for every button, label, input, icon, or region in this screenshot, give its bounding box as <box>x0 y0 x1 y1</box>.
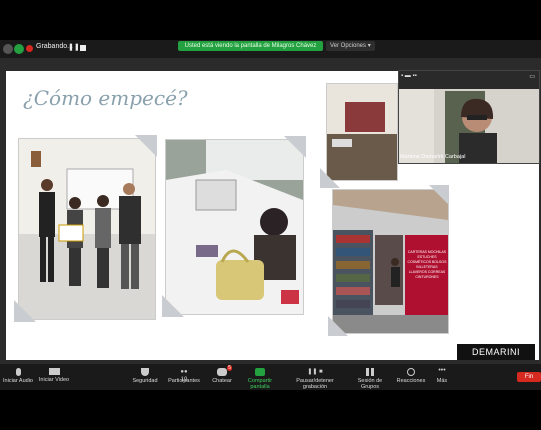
more-button[interactable]: ••• Más <box>432 364 452 390</box>
chat-badge: 5 <box>227 365 232 371</box>
share-screen-button[interactable]: Compartir pantalla <box>238 364 282 390</box>
toolbar-label: Pausar/detener grabación <box>296 378 334 390</box>
store-sign-text: CARTERAS MOCHILAS ESTUCHES COSMÉTICOS BO… <box>407 250 447 279</box>
pause-record-icon: ❚❚ ■ <box>307 369 323 375</box>
view-grid-icon[interactable]: ▪ ▬ ▪▪ <box>401 73 417 79</box>
expand-icon[interactable]: ▭ <box>529 73 535 80</box>
share-banner: Usted está viendo la pantalla de Milagro… <box>178 41 323 51</box>
meeting-toolbar: Iniciar Audio Iniciar Video Seguridad ●●… <box>0 364 541 390</box>
smile-icon <box>407 368 415 376</box>
photo-group <box>18 138 156 320</box>
photo-store: CARTERAS MOCHILAS ESTUCHES COSMÉTICOS BO… <box>332 189 449 334</box>
photo-corner-decoration <box>162 295 184 317</box>
photo-corner-decoration <box>135 135 157 157</box>
brand-label: DEMARINI <box>457 344 535 360</box>
reactions-button[interactable]: Reacciones <box>396 364 426 390</box>
breakout-rooms-button[interactable]: Sesión de Grupos <box>348 364 392 390</box>
photo-corner-decoration <box>328 316 348 336</box>
toolbar-label: Sesión de Grupos <box>357 378 383 390</box>
view-options-label: Ver Opciones <box>330 43 367 49</box>
participant-video-tile[interactable]: ▪ ▬ ▪▪ ▭ <box>398 70 540 164</box>
toolbar-label: Seguridad <box>132 378 158 384</box>
toolbar-label: Iniciar Audio <box>3 378 33 384</box>
record-dot-icon <box>26 45 33 52</box>
info-icon[interactable] <box>3 44 13 54</box>
participants-button[interactable]: ●● 19 Participantes <box>166 364 202 390</box>
photo-corner-decoration <box>284 136 306 158</box>
participant-name: Marlene Demarini Carbajal <box>400 154 466 160</box>
toolbar-label: Reacciones <box>396 378 426 384</box>
toolbar-label: Iniciar Video <box>38 377 70 383</box>
pause-recording-button[interactable]: ❚❚ ■ Pausar/detener grabación <box>286 364 344 390</box>
video-camera-icon <box>48 368 60 375</box>
shield-icon <box>141 368 149 376</box>
photo-corner-decoration <box>320 168 340 188</box>
photo-workshop <box>326 83 398 181</box>
chat-button[interactable]: 5 Chatear <box>210 364 234 390</box>
more-icon: ••• <box>438 367 446 374</box>
start-video-button[interactable]: Iniciar Video <box>36 364 72 390</box>
share-screen-icon <box>255 368 265 376</box>
toolbar-label: Chatear <box>212 378 232 384</box>
pause-icon[interactable]: ❚❚ <box>68 43 80 51</box>
microphone-icon <box>15 368 21 376</box>
photo-sewing <box>165 139 304 315</box>
photo-corner-decoration <box>14 300 36 322</box>
shield-icon[interactable] <box>14 44 24 54</box>
photo-corner-decoration <box>429 185 449 205</box>
stop-icon[interactable] <box>80 45 86 51</box>
breakout-icon <box>366 368 374 376</box>
start-audio-button[interactable]: Iniciar Audio <box>0 364 36 390</box>
end-meeting-button[interactable]: Fin <box>517 372 541 382</box>
slide-title: ¿Cómo empecé? <box>23 86 188 110</box>
meeting-top-bar: Grabando... ❚❚ Usted está viendo la pant… <box>0 40 541 58</box>
chat-icon: 5 <box>217 365 232 376</box>
people-icon: ●● 19 <box>180 369 188 383</box>
toolbar-label: Compartir pantalla <box>247 378 273 390</box>
security-button[interactable]: Seguridad <box>130 364 160 390</box>
view-options-button[interactable]: Ver Opciones ▾ <box>326 41 375 51</box>
toolbar-label: Participantes <box>168 378 200 384</box>
toolbar-label: Más <box>436 378 448 384</box>
